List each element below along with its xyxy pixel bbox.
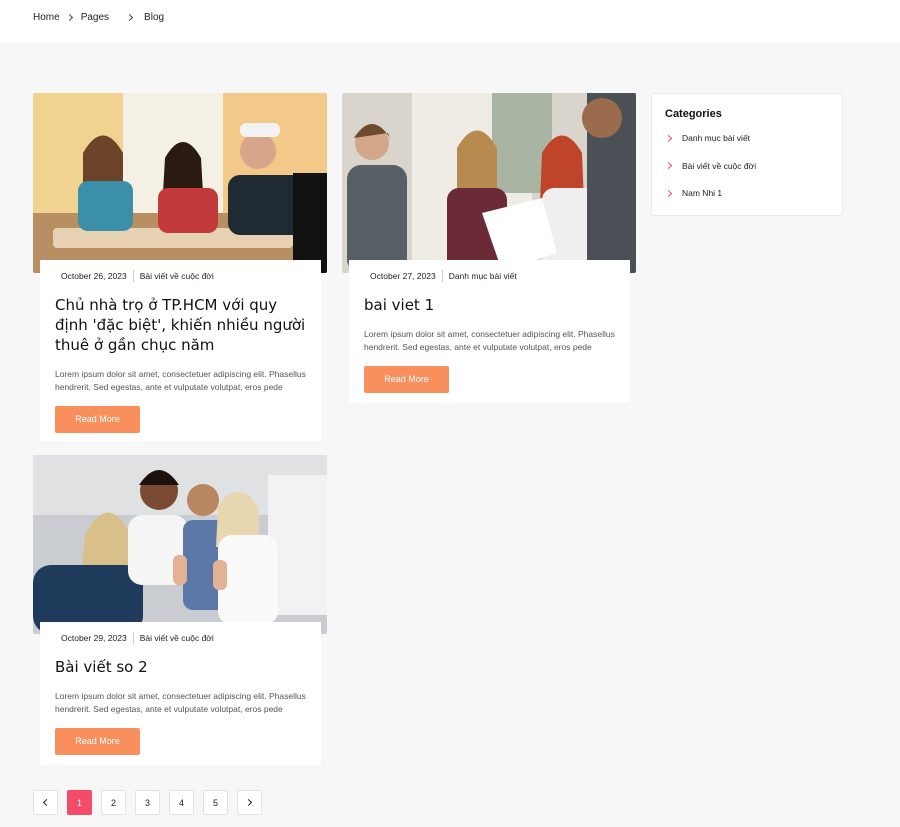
categories-title: Categories — [665, 108, 722, 120]
meta-divider — [132, 632, 134, 644]
category-item[interactable]: Danh mục bài viết — [664, 131, 829, 145]
read-more-button[interactable]: Read More — [55, 406, 140, 433]
post-meta: October 27, 2023 Danh mục bài viết — [364, 270, 615, 282]
categories-list: Danh mục bài viết Bài viết về cuộc đời N… — [664, 131, 829, 200]
post-card: October 27, 2023 Danh mục bài viết bai v… — [342, 93, 636, 403]
read-more-button[interactable]: Read More — [364, 366, 449, 393]
post-image[interactable] — [33, 93, 327, 273]
next-page-button[interactable] — [237, 790, 262, 815]
category-label: Nam Nhi 1 — [682, 188, 723, 198]
page-button-5[interactable]: 5 — [203, 790, 228, 815]
post-meta: October 26, 2023 Bài viết về cuộc đời — [55, 270, 306, 282]
page-button-3[interactable]: 3 — [135, 790, 160, 815]
chevron-right-icon — [664, 161, 673, 170]
post-date: October 29, 2023 — [61, 633, 127, 643]
post-category[interactable]: Bài viết về cuộc đời — [140, 271, 214, 281]
post-body: October 29, 2023 Bài viết về cuộc đời Bà… — [40, 622, 321, 765]
post-excerpt: Lorem ipsum dolor sit amet, consectetuer… — [55, 369, 306, 392]
post-image[interactable] — [342, 93, 636, 273]
post-category[interactable]: Danh mục bài viết — [449, 271, 517, 281]
chevron-right-icon — [664, 134, 673, 142]
meta-divider — [441, 270, 443, 282]
chevron-right-icon — [126, 13, 134, 22]
chevron-right-icon — [244, 798, 253, 807]
category-item[interactable]: Nam Nhi 1 — [664, 186, 829, 200]
read-more-button[interactable]: Read More — [55, 728, 140, 755]
category-label: Bài viết về cuộc đời — [682, 160, 757, 171]
post-title[interactable]: bai viet 1 — [364, 295, 615, 315]
post-title[interactable]: Chủ nhà trọ ở TP.HCM với quy định 'đặc b… — [55, 295, 306, 355]
categories-widget: Categories Danh mục bài viết Bài viết về… — [651, 93, 843, 216]
breadcrumb-bar: Home Pages Blog — [0, 0, 900, 43]
page-button-2[interactable]: 2 — [101, 790, 126, 815]
prev-page-button[interactable] — [33, 790, 58, 815]
category-item[interactable]: Bài viết về cuộc đời — [664, 159, 829, 173]
post-date: October 26, 2023 — [61, 271, 127, 281]
chevron-right-icon — [65, 13, 73, 22]
post-date: October 27, 2023 — [370, 271, 436, 281]
chevron-right-icon — [664, 189, 673, 197]
post-card: October 29, 2023 Bài viết về cuộc đời Bà… — [33, 455, 327, 765]
post-meta: October 29, 2023 Bài viết về cuộc đời — [55, 632, 306, 644]
post-body: October 27, 2023 Danh mục bài viết bai v… — [349, 260, 630, 403]
post-title[interactable]: Bài viết so 2 — [55, 657, 306, 677]
post-image[interactable] — [33, 455, 327, 634]
post-excerpt: Lorem ipsum dolor sit amet, consectetuer… — [55, 691, 306, 714]
post-body: October 26, 2023 Bài viết về cuộc đời Ch… — [40, 260, 321, 441]
post-card: October 26, 2023 Bài viết về cuộc đời Ch… — [33, 93, 327, 441]
breadcrumb: Home Pages Blog — [33, 12, 164, 23]
post-category[interactable]: Bài viết về cuộc đời — [140, 633, 214, 643]
meta-divider — [132, 270, 134, 282]
post-excerpt: Lorem ipsum dolor sit amet, consectetuer… — [364, 329, 615, 352]
breadcrumb-pages[interactable]: Pages — [81, 12, 109, 23]
breadcrumb-home[interactable]: Home — [33, 12, 60, 23]
page-button-1[interactable]: 1 — [67, 790, 92, 815]
chevron-left-icon — [42, 798, 51, 807]
pagination: 1 2 3 4 5 — [33, 790, 271, 815]
category-label: Danh mục bài viết — [682, 133, 751, 143]
breadcrumb-current: Blog — [144, 12, 165, 23]
page-button-4[interactable]: 4 — [169, 790, 194, 815]
